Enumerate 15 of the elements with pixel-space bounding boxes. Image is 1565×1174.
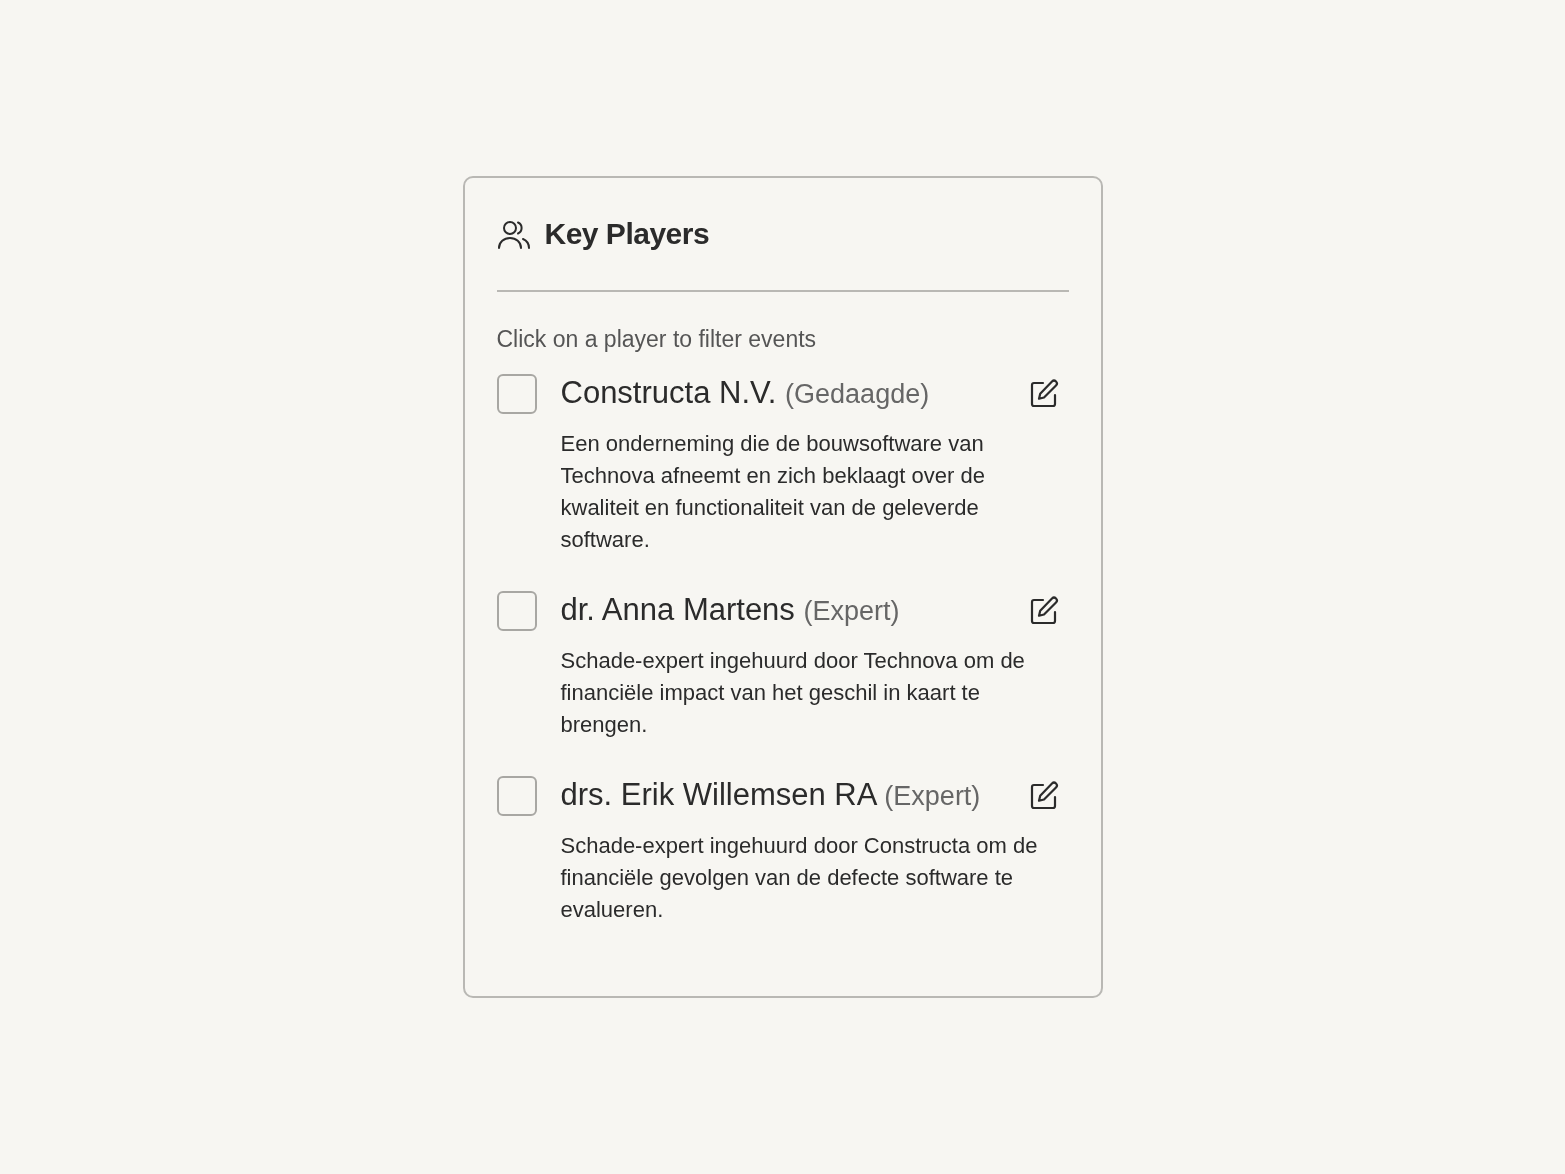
edit-icon[interactable]: [1028, 595, 1059, 626]
player-name[interactable]: dr. Anna Martens (Expert): [560, 586, 981, 635]
panel-title: Key Players: [544, 217, 710, 251]
player-description: Een onderneming die de bouwsoftware van Technova afneemt en zich beklaagt over de kwaliteit en functionaliteit van de geleverde software.: [560, 430, 986, 554]
users-icon: [496, 218, 531, 250]
edit-icon[interactable]: [1028, 378, 1059, 409]
checkbox[interactable]: [496, 373, 537, 414]
edit-icon[interactable]: [1028, 780, 1059, 811]
checkbox[interactable]: [496, 590, 537, 631]
player-name[interactable]: Constructa N.V. (Gedaagde): [560, 369, 981, 418]
player-name[interactable]: drs. Erik Willemsen RA (Expert): [560, 771, 981, 820]
checkbox[interactable]: [496, 775, 537, 816]
player-description: Schade-expert ingehuurd door Technova om de financiële impact van het geschil in kaart te brengen.: [560, 647, 1026, 739]
player-description: Schade-expert ingehuurd door Constructa om de financiële gevolgen van de defecte software te evalueren.: [560, 832, 1039, 924]
hint-text: Click on a player to filter events: [496, 326, 818, 353]
